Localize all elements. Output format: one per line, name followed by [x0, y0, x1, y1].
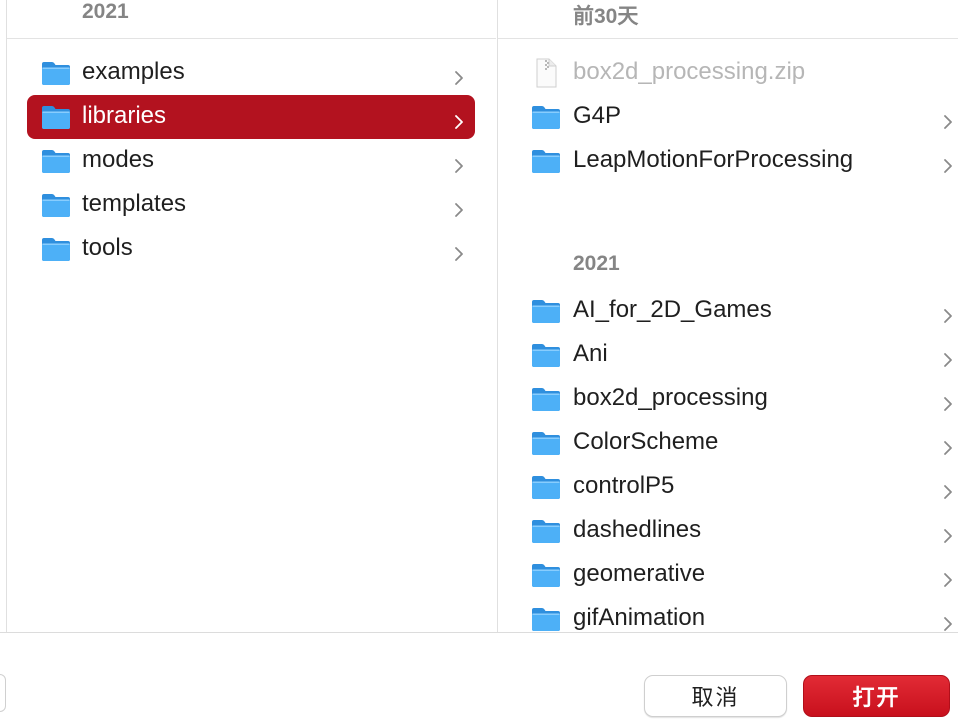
item-label: Ani	[573, 340, 608, 367]
item-label: libraries	[82, 102, 167, 129]
zip-file-icon	[535, 58, 557, 88]
folder-icon	[531, 430, 561, 456]
column-2[interactable]: 前30天 2021 box2d_processing.zip G4P LeapMot…	[497, 0, 958, 632]
folder-icon	[41, 148, 71, 174]
folder-row[interactable]: G4P	[518, 95, 958, 139]
folder-icon	[531, 148, 561, 174]
file-row[interactable]: box2d_processing.zip	[518, 51, 958, 95]
chevron-right-icon	[941, 523, 955, 543]
folder-row[interactable]: examples	[27, 51, 475, 95]
item-label: LeapMotionForProcessing	[573, 146, 854, 173]
open-button[interactable]: 打开	[803, 675, 950, 717]
folder-icon	[531, 562, 561, 588]
chevron-right-icon	[941, 109, 955, 129]
folder-row[interactable]: gifAnimation	[518, 597, 958, 632]
dialog-footer: 取消 打开	[0, 632, 958, 724]
item-label: gifAnimation	[573, 604, 706, 631]
item-label: AI_for_2D_Games	[573, 296, 772, 323]
folder-icon	[531, 342, 561, 368]
folder-icon	[531, 298, 561, 324]
folder-row[interactable]: LeapMotionForProcessing	[518, 139, 958, 183]
folder-icon	[41, 104, 71, 130]
chevron-right-icon	[941, 303, 955, 323]
item-label: examples	[82, 58, 185, 85]
chevron-right-icon	[941, 347, 955, 367]
folder-row[interactable]: geomerative	[518, 553, 958, 597]
chevron-right-icon	[941, 435, 955, 455]
group-header-recent: 前30天	[573, 5, 639, 28]
folder-row[interactable]: tools	[27, 227, 475, 271]
item-label: dashedlines	[573, 516, 702, 543]
folder-icon	[531, 474, 561, 500]
header-divider	[498, 38, 958, 39]
folder-row[interactable]: controlP5	[518, 465, 958, 509]
folder-row[interactable]: Ani	[518, 333, 958, 377]
column-1[interactable]: 2021 examples libraries modes templates tool…	[7, 0, 496, 632]
item-label: tools	[82, 234, 133, 261]
header-divider	[7, 38, 496, 39]
chevron-right-icon	[452, 153, 466, 173]
folder-row[interactable]: AI_for_2D_Games	[518, 289, 958, 333]
folder-icon	[531, 104, 561, 130]
folder-row[interactable]: box2d_processing	[518, 377, 958, 421]
item-label: box2d_processing.zip	[573, 58, 806, 85]
item-label: G4P	[573, 102, 622, 129]
chevron-right-icon	[452, 109, 466, 129]
options-button[interactable]	[0, 674, 6, 712]
chevron-right-icon	[941, 391, 955, 411]
chevron-right-icon	[452, 197, 466, 217]
folder-row[interactable]: dashedlines	[518, 509, 958, 553]
folder-icon	[41, 192, 71, 218]
chevron-right-icon	[452, 65, 466, 85]
chevron-right-icon	[941, 153, 955, 173]
cancel-button[interactable]: 取消	[644, 675, 787, 717]
chevron-right-icon	[452, 241, 466, 261]
folder-row[interactable]: templates	[27, 183, 475, 227]
chevron-right-icon	[941, 611, 955, 631]
item-label: modes	[82, 146, 155, 173]
folder-row[interactable]: modes	[27, 139, 475, 183]
folder-icon	[531, 606, 561, 632]
item-label: geomerative	[573, 560, 706, 587]
folder-icon	[41, 236, 71, 262]
folder-icon	[531, 518, 561, 544]
column-browser: 2021 examples libraries modes templates tool…	[0, 0, 958, 632]
folder-icon	[41, 60, 71, 86]
item-label: controlP5	[573, 472, 675, 499]
chevron-right-icon	[941, 567, 955, 587]
item-label: box2d_processing	[573, 384, 768, 411]
item-label: ColorScheme	[573, 428, 719, 455]
folder-row[interactable]: ColorScheme	[518, 421, 958, 465]
open-file-dialog: 2021 examples libraries modes templates tool…	[0, 0, 958, 724]
chevron-right-icon	[941, 479, 955, 499]
folder-row[interactable]: libraries	[27, 95, 475, 139]
group-header-2021: 2021	[573, 252, 620, 275]
item-label: templates	[82, 190, 187, 217]
group-header-2021: 2021	[82, 0, 129, 23]
folder-icon	[531, 386, 561, 412]
